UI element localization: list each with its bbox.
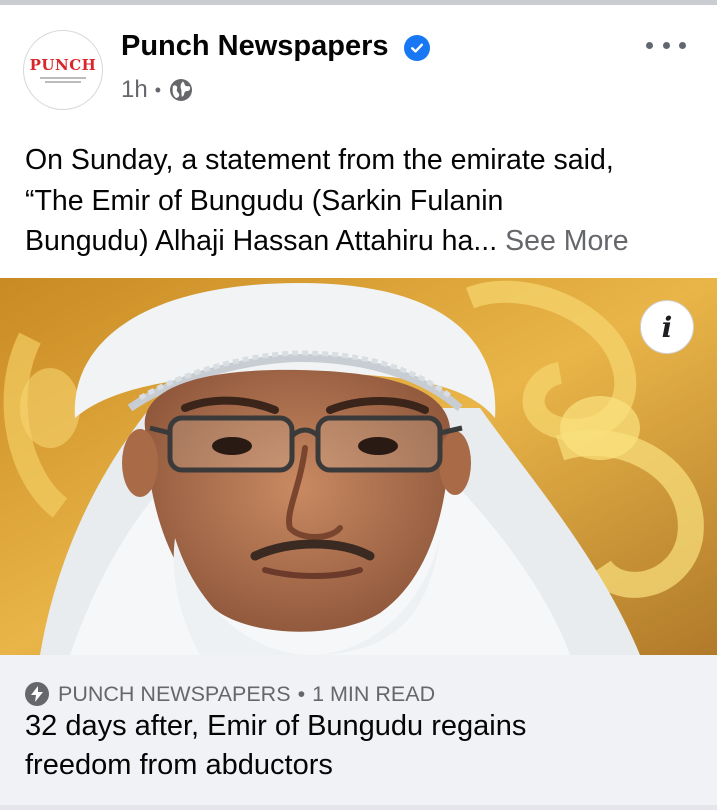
info-icon[interactable]: i <box>640 300 694 354</box>
post-photo[interactable] <box>0 278 717 655</box>
link-title-line: freedom from abductors <box>25 749 333 781</box>
link-source-name: PUNCH NEWSPAPERS <box>58 681 291 706</box>
link-title-line: 32 days after, Emir of Bungudu regains <box>25 710 527 742</box>
globe-icon[interactable] <box>169 78 193 102</box>
page-avatar[interactable]: PUNCH <box>23 30 103 110</box>
top-divider <box>0 0 717 5</box>
avatar-tagline-line <box>40 76 86 79</box>
bottom-divider <box>0 805 717 810</box>
more-options-icon <box>679 41 686 49</box>
post-text-line: “The Emir of Bungudu (Sarkin Fulanin <box>25 184 504 217</box>
more-options-icon <box>662 41 670 49</box>
meta-separator: • <box>154 79 162 100</box>
post-meta: 1h • <box>121 74 193 106</box>
more-options-icon <box>646 41 653 49</box>
verified-badge-icon <box>404 35 430 61</box>
page-name-link[interactable]: Punch Newspapers <box>121 29 389 63</box>
avatar-tagline-line <box>45 80 81 83</box>
lightning-bolt-icon <box>25 682 49 706</box>
post-text-line: On Sunday, a statement from the emirate … <box>25 144 614 176</box>
link-title[interactable]: 32 days after, Emir of Bungudu regains f… <box>25 707 685 785</box>
more-options-button[interactable] <box>646 30 686 60</box>
post-timestamp[interactable]: 1h <box>121 76 148 104</box>
avatar-logo-text: PUNCH <box>29 55 97 74</box>
link-read-time: 1 MIN READ <box>312 681 436 706</box>
source-separator: • <box>297 681 306 706</box>
link-source-row: PUNCH NEWSPAPERS • 1 MIN READ <box>25 680 435 708</box>
post-text-line: Bungudu) Alhaji Hassan Attahiru ha... <box>25 225 498 257</box>
portrait-illustration <box>0 278 717 655</box>
post-text: On Sunday, a statement from the emirate … <box>25 140 705 262</box>
see-more-link[interactable]: See More <box>505 225 629 257</box>
